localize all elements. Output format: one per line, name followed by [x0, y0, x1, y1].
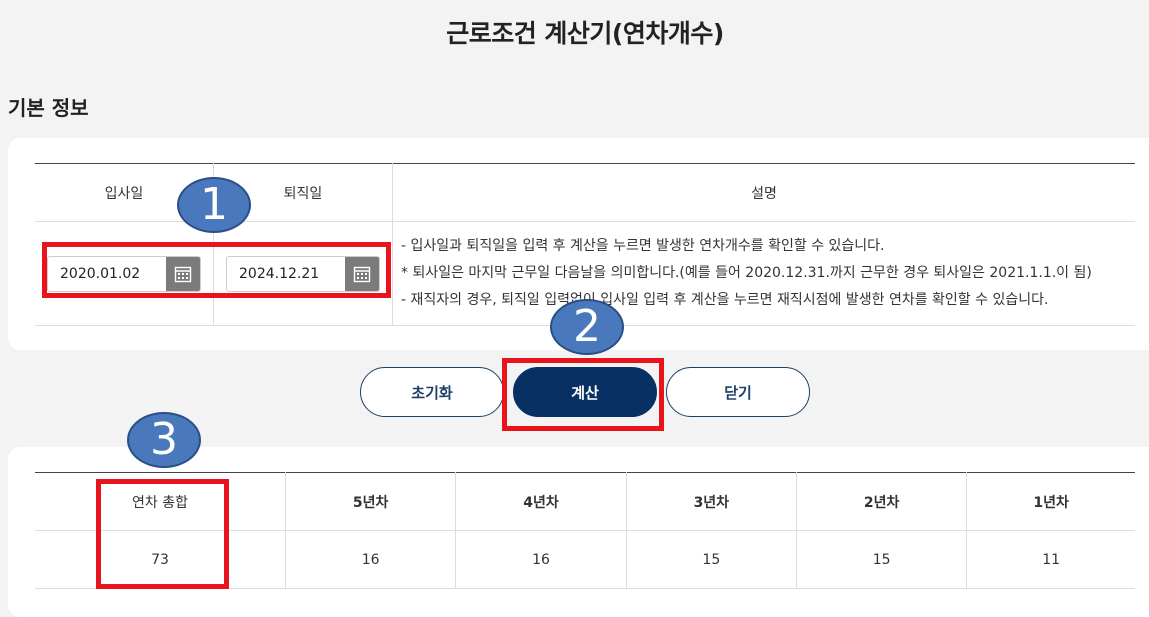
result-value-year3: 15 — [625, 530, 797, 589]
result-header-year3: 3년차 — [625, 472, 797, 531]
highlight-box-dates — [42, 242, 391, 298]
description-cell: - 입사일과 퇴직일을 입력 후 계산을 누르면 발생한 연차개수를 확인할 수… — [392, 221, 1135, 326]
step-marker-3: 3 — [127, 412, 201, 468]
page-title: 근로조건 계산기(연차개수) — [446, 19, 724, 48]
highlight-box-total — [96, 479, 229, 589]
result-header-year1: 1년차 — [966, 472, 1135, 531]
close-button[interactable]: 닫기 — [666, 367, 810, 417]
result-value-year1: 11 — [966, 530, 1135, 589]
result-header-year2: 2년차 — [795, 472, 967, 531]
result-header-year4: 4년차 — [455, 472, 627, 531]
description-line: - 입사일과 퇴직일을 입력 후 계산을 누르면 발생한 연차개수를 확인할 수… — [401, 238, 885, 254]
highlight-box-calculate — [502, 358, 664, 431]
result-value-year4: 16 — [455, 530, 627, 589]
result-value-year2: 15 — [795, 530, 967, 589]
description-header: 설명 — [392, 163, 1135, 222]
step-marker-2: 2 — [550, 299, 624, 355]
description-line: * 퇴사일은 마지막 근무일 다음날을 의미합니다.(예를 들어 2020.12… — [401, 265, 1092, 281]
result-header-year5: 5년차 — [284, 472, 456, 531]
description-line: - 재직자의 경우, 퇴직일 입력없이 입사일 입력 후 계산을 누르면 재직시… — [401, 292, 1049, 308]
section-title-basic-info: 기본 정보 — [8, 96, 89, 120]
reset-button[interactable]: 초기화 — [360, 367, 504, 417]
step-marker-1: 1 — [177, 177, 251, 233]
result-value-year5: 16 — [284, 530, 456, 589]
